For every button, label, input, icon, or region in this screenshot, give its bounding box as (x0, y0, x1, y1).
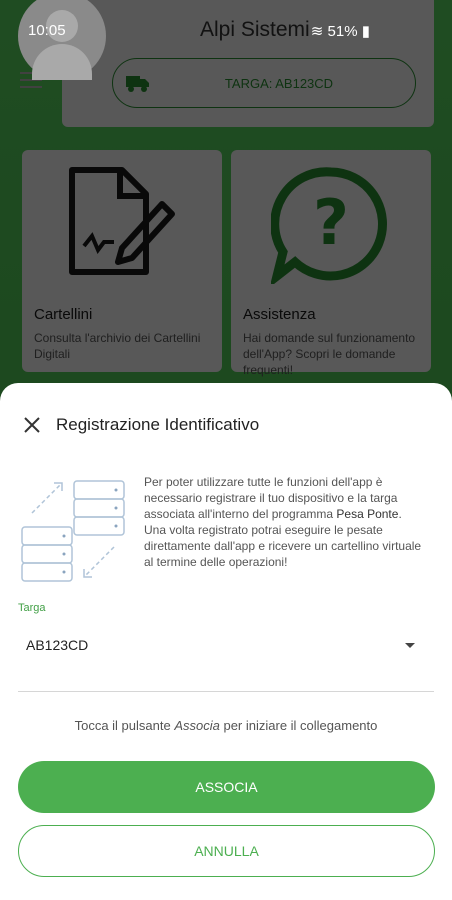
chevron-down-icon[interactable] (404, 642, 416, 650)
status-battery: ≋ 51% ▮ (311, 22, 370, 40)
hint-emphasis: Associa (174, 718, 220, 733)
sheet-title: Registrazione Identificativo (56, 415, 260, 434)
info-text-3: Una volta registrato potrai eseguire le … (144, 523, 422, 569)
hint-prefix: Tocca il pulsante (74, 718, 175, 733)
wifi-icon: ≋ (310, 23, 324, 40)
info-bold: Pesa Ponte (336, 507, 399, 521)
hint-suffix: per iniziare il collegamento (219, 718, 378, 733)
server-sync-illustration-icon (21, 480, 125, 582)
targa-field-label: Targa (18, 602, 46, 614)
battery-level: 51% (327, 23, 358, 40)
info-text: Per poter utilizzare tutte le funzioni d… (144, 474, 424, 570)
info-text-2: . (398, 507, 402, 521)
status-bar: 10:05 ≋ 51% ▮ (0, 0, 452, 60)
status-time: 10:05 (28, 22, 66, 39)
battery-icon: ▮ (361, 23, 370, 40)
field-divider (18, 691, 434, 692)
close-icon[interactable] (20, 413, 44, 437)
targa-select[interactable]: AB123CD (26, 637, 88, 653)
bottom-sheet: Registrazione Identificativo Per poter u… (0, 383, 452, 900)
annulla-button[interactable]: ANNULLA (18, 825, 435, 877)
associa-button[interactable]: ASSOCIA (18, 761, 435, 813)
hint-text: Tocca il pulsante Associa per iniziare i… (0, 718, 452, 733)
